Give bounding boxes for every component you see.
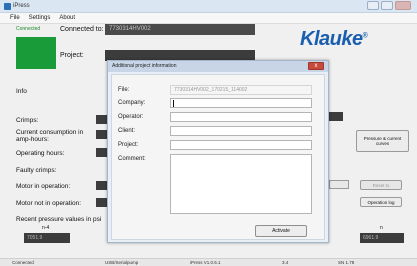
- client-label: Client:: [118, 128, 136, 134]
- current-consumption-label: Current consumption in amp-hours:: [16, 129, 84, 143]
- client-row: Client:: [118, 126, 318, 137]
- status-bar: Connected USB/Serialpump iPress V1.0.5.1…: [0, 258, 417, 266]
- motor-in-operation-label: Motor in operation:: [16, 183, 71, 190]
- operation-log-button[interactable]: Operation log: [360, 197, 402, 207]
- company-row: Company:: [118, 98, 318, 109]
- connected-to-value: 7730314HV002: [105, 24, 255, 35]
- right-small-button[interactable]: [329, 180, 349, 189]
- company-label: Company:: [118, 100, 146, 106]
- operator-row: Operator:: [118, 112, 318, 123]
- maximize-button[interactable]: [381, 1, 393, 10]
- operator-label: Operator:: [118, 114, 144, 120]
- project-field-label: Project:: [118, 142, 139, 148]
- client-field[interactable]: [170, 126, 312, 136]
- file-row: File: 7730314HV002_170215_114002: [118, 85, 318, 96]
- close-icon[interactable]: x: [308, 62, 324, 70]
- status-number: 3.4: [282, 260, 289, 265]
- project-field[interactable]: [170, 140, 312, 150]
- status-interface: USB/Serialpump: [105, 260, 139, 265]
- status-connection: Connected: [12, 260, 34, 265]
- file-field: 7730314HV002_170215_114002: [170, 85, 312, 95]
- recent-pressure-label: Recent pressure values in psi: [16, 216, 102, 223]
- logo-text: Klauke: [300, 28, 363, 50]
- close-window-button[interactable]: [395, 1, 411, 10]
- window-controls: [367, 1, 411, 11]
- recent-pressure-index: n-4: [42, 225, 50, 231]
- dialog-body: File: 7730314HV002_170215_114002 Company…: [111, 74, 325, 240]
- app-icon: [4, 3, 11, 10]
- menu-settings[interactable]: Settings: [29, 15, 51, 21]
- comment-label: Comment:: [118, 156, 146, 162]
- window-title: iPress: [13, 3, 30, 9]
- recent-pressure-first: 7051.9: [24, 233, 70, 243]
- window-titlebar: iPress: [0, 0, 417, 13]
- operating-hours-label: Operating hours:: [16, 150, 65, 157]
- menu-bar: File Settings About: [0, 13, 417, 24]
- connected-to-label: Connected to:: [60, 26, 104, 33]
- additional-project-dialog: Additional project information x File: 7…: [107, 60, 329, 243]
- comment-row: Comment:: [118, 154, 318, 216]
- connection-indicator: [16, 37, 56, 69]
- motor-not-in-operation-label: Motor not in operation:: [16, 200, 82, 207]
- faulty-crimps-label: Faulty crimps:: [16, 167, 57, 174]
- reset-button[interactable]: Reset to: [360, 180, 402, 190]
- minimize-button[interactable]: [367, 1, 379, 10]
- info-label: Info: [16, 88, 27, 95]
- activate-button[interactable]: Activate: [255, 225, 307, 237]
- dialog-titlebar: Additional project information x: [108, 61, 328, 72]
- project-row: Project:: [118, 140, 318, 151]
- dialog-title: Additional project information: [112, 63, 177, 69]
- comment-field[interactable]: [170, 154, 312, 214]
- recent-pressure-last-index: n: [380, 225, 383, 231]
- klauke-logo: Klauke®: [300, 28, 368, 51]
- recent-pressure-last: 6961.9: [360, 233, 404, 243]
- status-serial: SN 1.78: [338, 260, 355, 265]
- menu-file[interactable]: File: [10, 15, 20, 21]
- status-version: iPress V1.0.5.1: [190, 260, 221, 265]
- company-field[interactable]: [170, 98, 312, 108]
- menu-about[interactable]: About: [59, 15, 75, 21]
- project-label: Project:: [60, 52, 84, 59]
- connection-status: Connected: [16, 26, 41, 32]
- right-value-box: [329, 112, 343, 121]
- logo-mark: ®: [362, 32, 368, 40]
- crimps-label: Crimps:: [16, 117, 39, 124]
- pressure-curves-button[interactable]: Pressure & current curves: [356, 130, 409, 152]
- operator-field[interactable]: [170, 112, 312, 122]
- file-label: File:: [118, 87, 130, 93]
